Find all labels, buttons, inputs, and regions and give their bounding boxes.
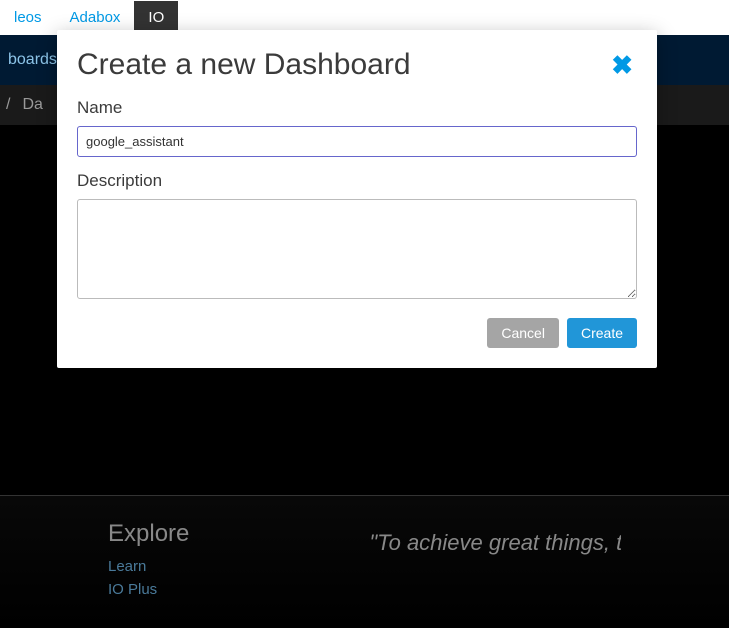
- name-label: Name: [77, 98, 637, 118]
- create-button[interactable]: Create: [567, 318, 637, 348]
- create-dashboard-modal: Create a new Dashboard ✖ Name Descriptio…: [57, 30, 657, 368]
- description-label: Description: [77, 171, 637, 191]
- name-input[interactable]: [77, 126, 637, 157]
- description-textarea[interactable]: [77, 199, 637, 299]
- modal-overlay: Create a new Dashboard ✖ Name Descriptio…: [0, 0, 729, 594]
- modal-header: Create a new Dashboard ✖: [77, 48, 637, 82]
- modal-title: Create a new Dashboard: [77, 48, 411, 82]
- modal-footer: Cancel Create: [77, 318, 637, 348]
- close-icon[interactable]: ✖: [607, 48, 637, 82]
- description-form-group: Description: [77, 171, 637, 304]
- name-form-group: Name: [77, 98, 637, 157]
- cancel-button[interactable]: Cancel: [487, 318, 559, 348]
